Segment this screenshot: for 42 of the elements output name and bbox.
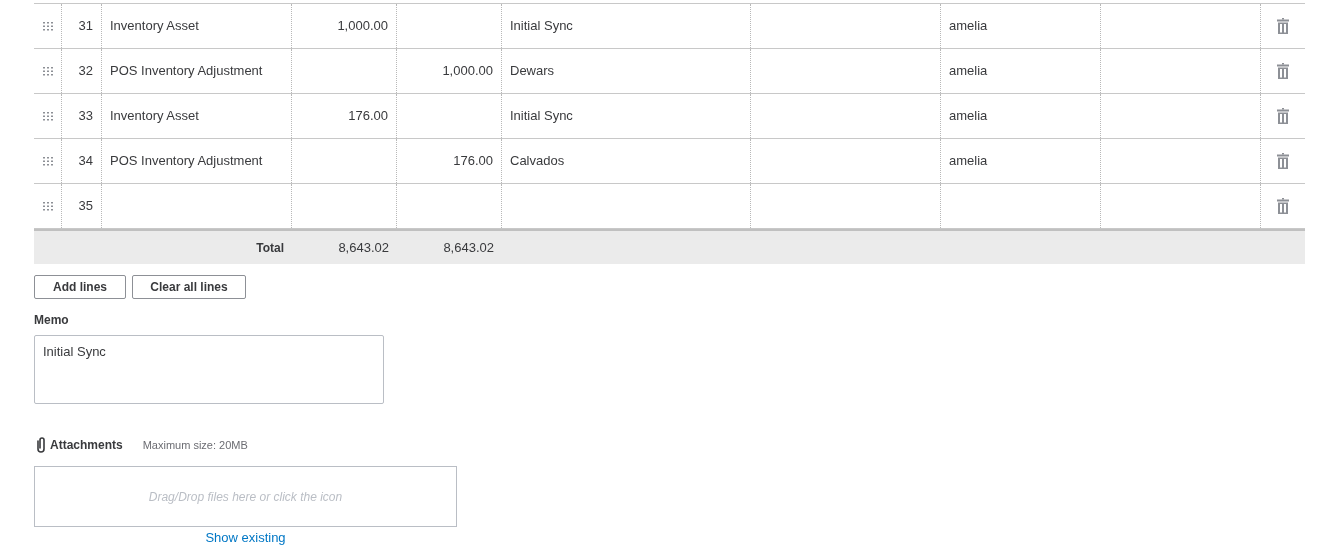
- account-cell-text: POS Inventory Adjustment: [110, 152, 263, 171]
- total-label: Total: [256, 239, 284, 257]
- line-number: 31: [78, 17, 93, 36]
- debit-cell-text: 1,000.00: [337, 17, 388, 36]
- account-cell-text: POS Inventory Adjustment: [110, 62, 263, 81]
- name-cell-text: amelia: [949, 17, 988, 36]
- debit-cell-text: 176.00: [348, 107, 388, 126]
- clear-lines-button[interactable]: Clear all lines: [132, 275, 246, 299]
- drag-handle-icon[interactable]: [42, 201, 53, 211]
- drag-handle-icon[interactable]: [42, 156, 53, 166]
- account-cell-text: Inventory Asset: [110, 107, 199, 126]
- max-size-text: Maximum size: 20MB: [142, 437, 248, 453]
- trash-icon[interactable]: [1277, 108, 1289, 124]
- description-cell-text: Initial Sync: [510, 107, 573, 126]
- line-number: 32: [78, 62, 93, 81]
- add-lines-button[interactable]: Add lines: [34, 275, 126, 299]
- trash-icon[interactable]: [1277, 153, 1289, 169]
- credit-cell-text: 1,000.00: [442, 62, 493, 81]
- description-cell-text: Dewars: [510, 62, 555, 81]
- show-existing-link[interactable]: Show existing: [205, 528, 286, 548]
- trash-icon[interactable]: [1277, 18, 1289, 34]
- trash-icon[interactable]: [1277, 63, 1289, 79]
- name-cell-text: amelia: [949, 62, 988, 81]
- name-cell-text: amelia: [949, 152, 988, 171]
- attachments-label: Attachments: [50, 437, 123, 454]
- paperclip-icon: [34, 436, 48, 454]
- drag-handle-icon[interactable]: [42, 111, 53, 121]
- line-number: 35: [78, 197, 93, 216]
- total-debit: 8,643.02: [338, 238, 389, 257]
- total-credit: 8,643.02: [443, 238, 494, 257]
- line-number: 34: [78, 152, 93, 171]
- description-cell-text: Initial Sync: [510, 17, 573, 36]
- description-cell-text: Calvados: [510, 152, 565, 171]
- drag-handle-icon[interactable]: [42, 21, 53, 31]
- name-cell-text: amelia: [949, 107, 988, 126]
- memo-field[interactable]: Initial Sync: [34, 335, 384, 404]
- trash-icon[interactable]: [1277, 198, 1289, 214]
- memo-label: Memo: [34, 312, 69, 329]
- drag-handle-icon[interactable]: [42, 66, 53, 76]
- account-cell-text: Inventory Asset: [110, 17, 199, 36]
- credit-cell-text: 176.00: [453, 152, 493, 171]
- line-number: 33: [78, 107, 93, 126]
